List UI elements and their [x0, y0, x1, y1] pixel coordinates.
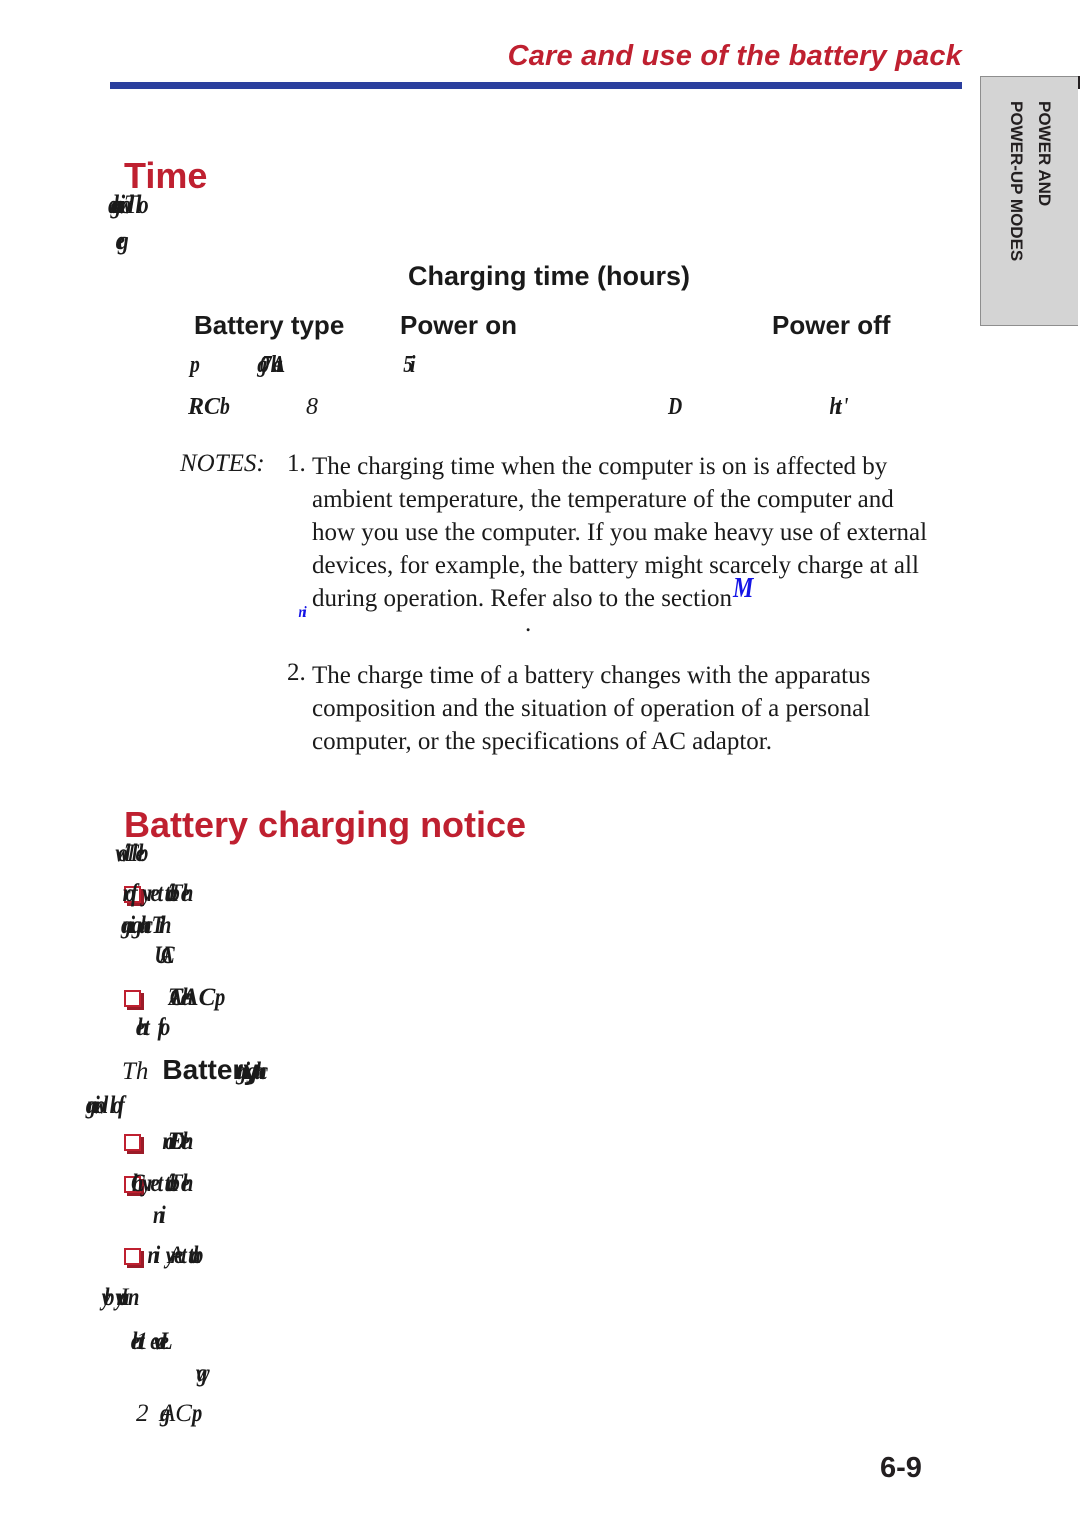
list-item: The battery for [168, 878, 197, 909]
side-tab-inner: POWER AND POWER-UP MODES [981, 77, 1079, 327]
list-item: Abattery in [168, 1240, 209, 1271]
side-tab-line-1: POWER AND [1035, 101, 1054, 207]
bullet-2-tail-visible: AC [181, 984, 216, 1011]
list-item: The battery Ch [168, 1168, 197, 1199]
bullet-1-visible: T [168, 880, 182, 907]
bullet-marker [124, 886, 141, 903]
bullet-4-visible: T [168, 1170, 182, 1197]
step-number: 2 [136, 1400, 149, 1427]
note-link-icon-collapsed[interactable]: M [733, 573, 753, 605]
table-header-power-off: Power off [772, 310, 891, 340]
time-intro-visible: T [124, 190, 139, 219]
step-2-visible-tail: AC [160, 1400, 192, 1427]
step-number: 1 [136, 1328, 149, 1355]
list-item: The LED on [168, 1126, 197, 1157]
list-item: The ACACp [168, 982, 231, 1013]
header-rule [110, 82, 962, 89]
heading-battery-charging-notice: Battery charging notice [124, 804, 527, 846]
procedure-intro-visible: I [120, 1284, 129, 1311]
side-tab: POWER AND POWER-UP MODES [980, 76, 1078, 326]
note-text: The charge time of a battery changes wit… [312, 662, 871, 755]
battery-subhead-word: Battery [162, 1054, 259, 1085]
bullet-5-visible: A [168, 1242, 184, 1269]
bullet-marker [124, 1176, 141, 1193]
note-link-glyph: M [733, 573, 753, 605]
table-header-battery-type: Battery type [194, 310, 345, 340]
bullet-marker [124, 990, 141, 1007]
bullet-3-visible: T [168, 1128, 182, 1155]
cell-battery-type-2-visible: RC [188, 394, 221, 420]
battery-subhead-lead: Th [122, 1058, 149, 1085]
battery-subheading: ThBatterycharging [122, 1054, 274, 1087]
bullet-marker [124, 1134, 141, 1151]
bullet-marker [124, 1248, 141, 1265]
cell-power-off-2-run: D [668, 394, 685, 420]
side-tab-line-2: POWER-UP MODES [1007, 101, 1026, 262]
notice-intro-visible: T [124, 840, 138, 867]
table-header-power-on: Power on [400, 310, 518, 340]
notes-label: NOTES: [180, 450, 265, 477]
note-number: 2. [287, 659, 306, 686]
cell-power-off-2: D [668, 394, 685, 421]
time-intro-line-1: Tollowingd [124, 190, 155, 220]
running-header: Care and use of the battery pack [507, 40, 962, 72]
notice-intro: Tbellow [124, 838, 153, 869]
note-text: The charging time when the computer is o… [312, 453, 928, 612]
step-text: gACp [160, 1398, 207, 1429]
note-number: 1. [287, 450, 306, 477]
page-number: 6-9 [880, 1452, 922, 1484]
table-row: RCb [188, 394, 235, 421]
cell-power-on-2: 8 [306, 394, 318, 420]
procedure-intro: In any by [120, 1282, 144, 1313]
bullet-2-visible: T [168, 984, 182, 1011]
table-title: Charging time (hours) [408, 261, 690, 291]
note-period: . [525, 610, 532, 637]
manual-page: Care and use of the battery pack POWER A… [0, 0, 1080, 1532]
